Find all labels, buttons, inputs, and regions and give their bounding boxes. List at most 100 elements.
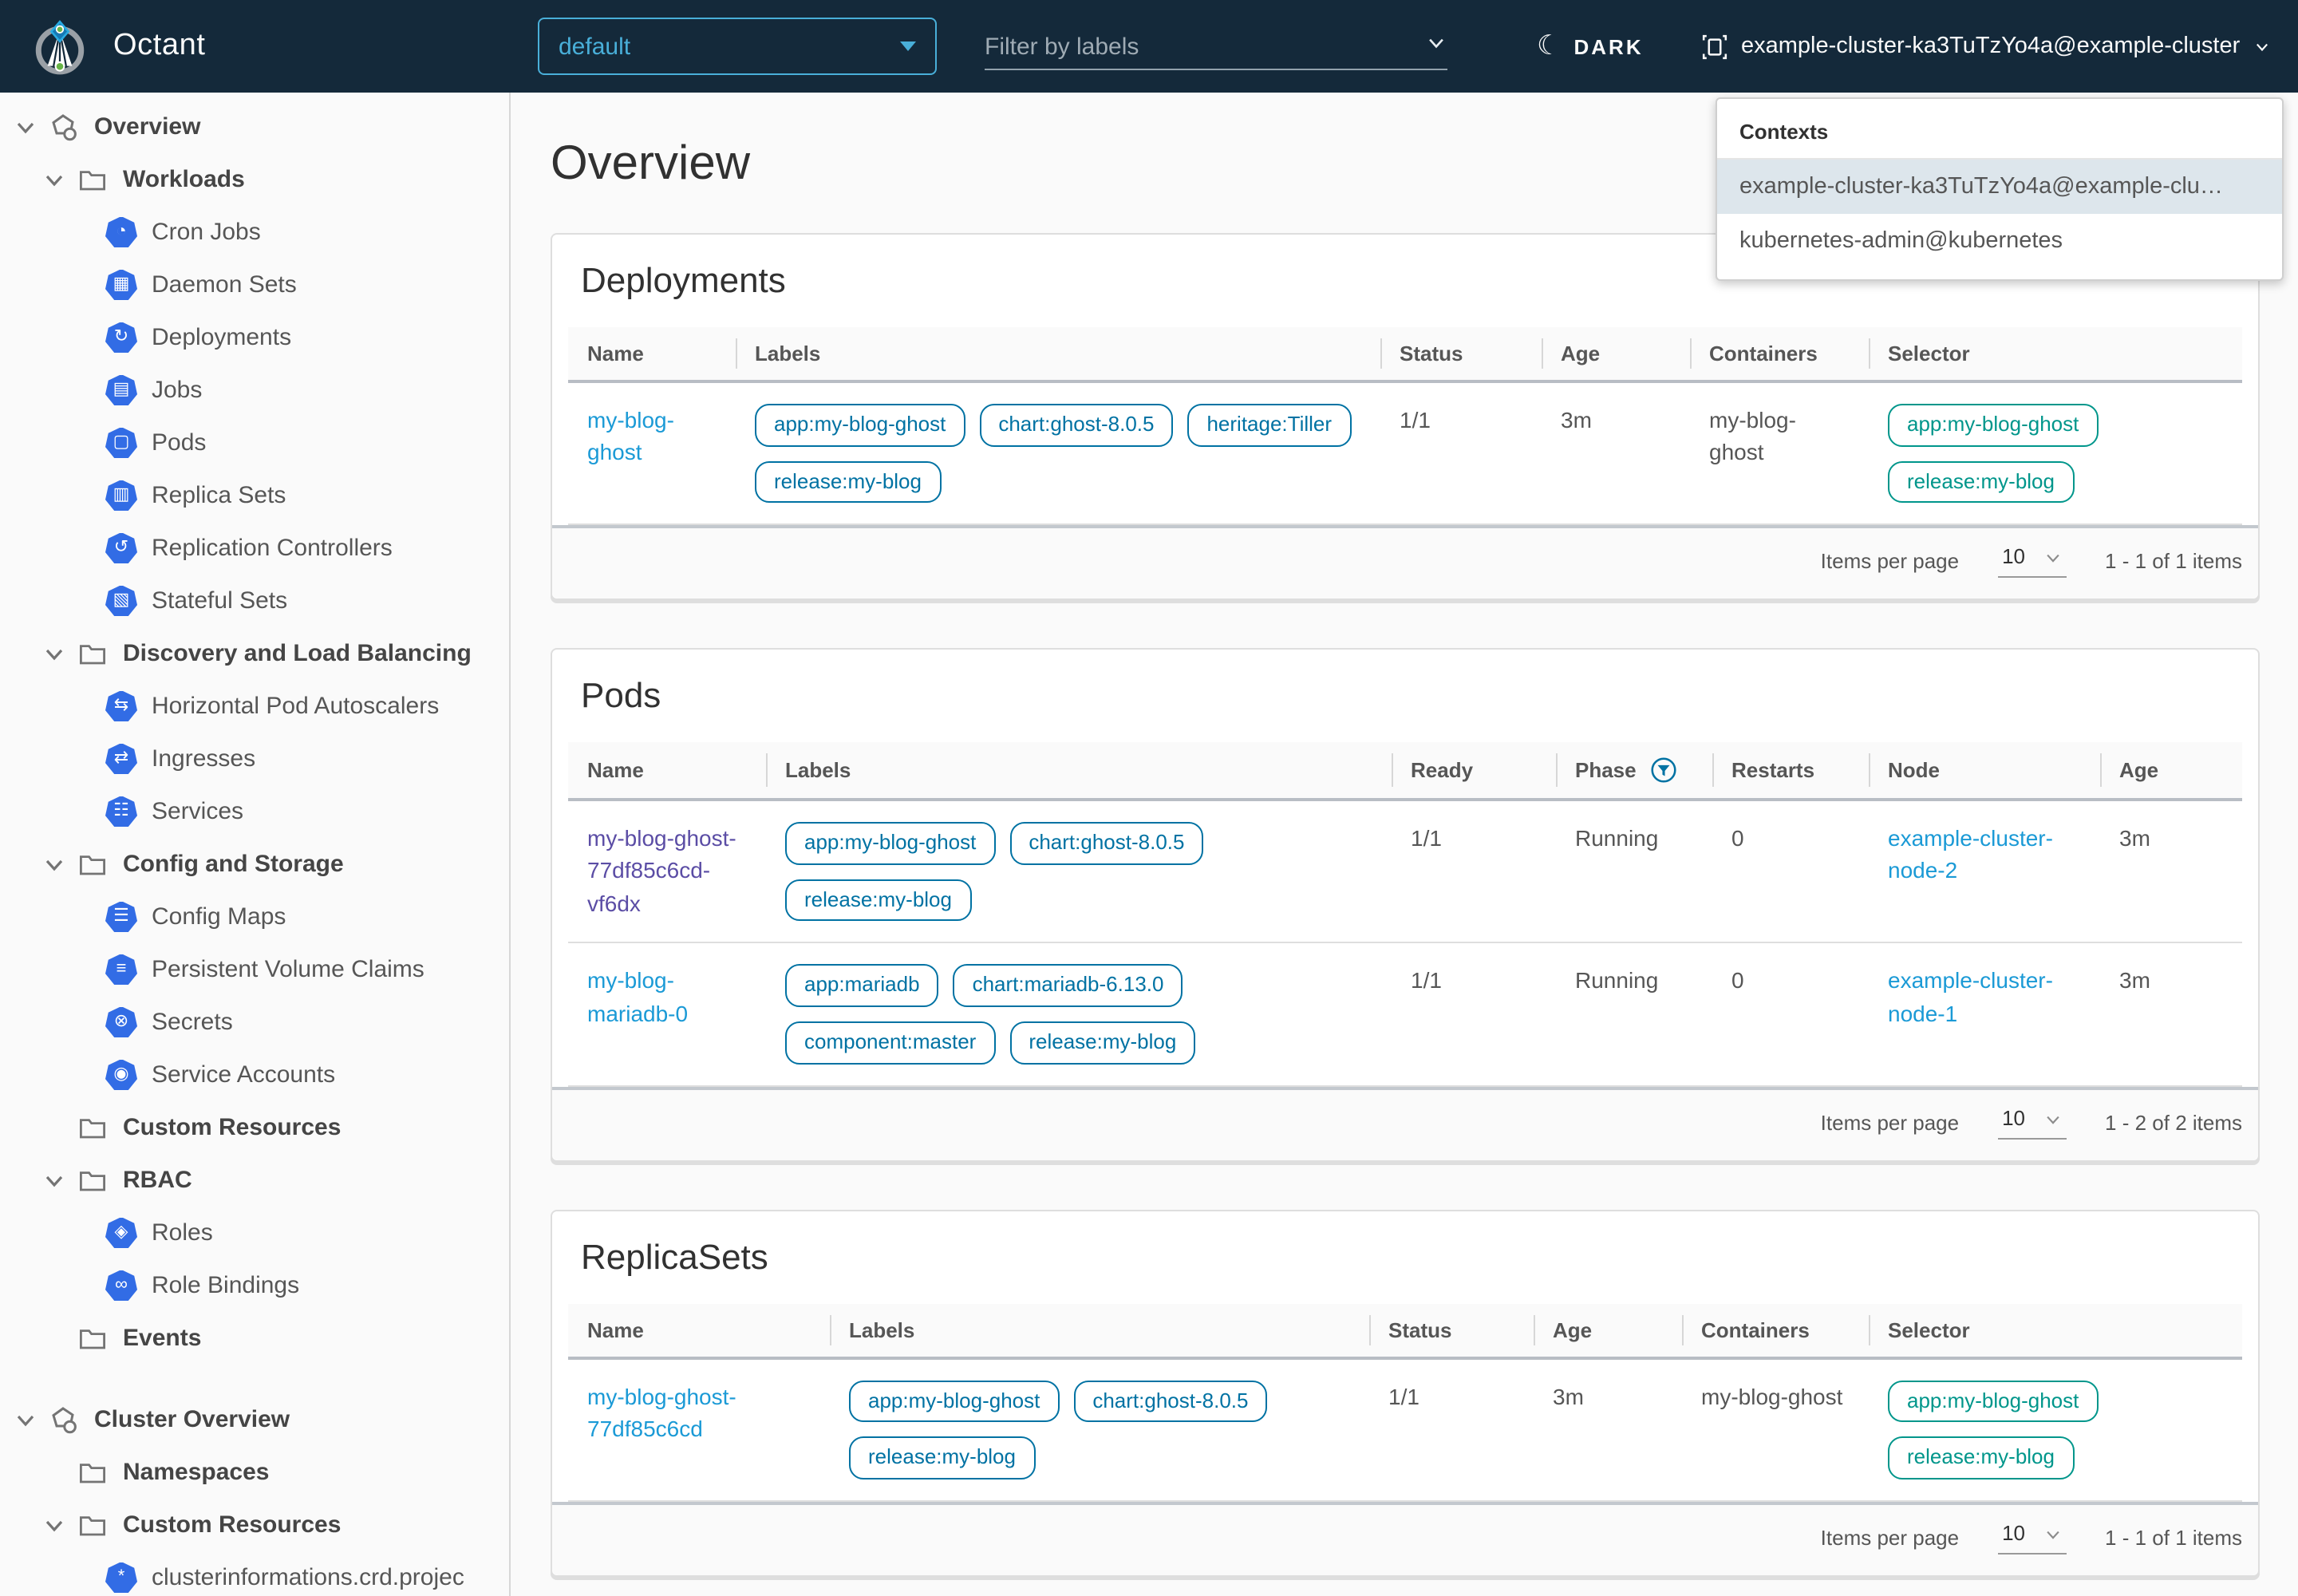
sidebar-item-rbac[interactable]: RBAC	[0, 1154, 509, 1207]
chevron-down-icon[interactable]	[41, 1512, 67, 1538]
replicasets-table: NameLabelsStatusAgeContainersSelectormy-…	[568, 1303, 2242, 1574]
sidebar-item-label: Services	[152, 798, 243, 825]
items-per-page-select[interactable]: 10	[1997, 1105, 2067, 1139]
items-per-page-select[interactable]: 10	[1997, 544, 2067, 578]
sidebar-item-secrets[interactable]: ⊗Secrets	[0, 996, 509, 1049]
sidebar-item-events[interactable]: Events	[0, 1312, 509, 1365]
caret-down-icon	[900, 41, 916, 51]
sidebar-item-cron-jobs[interactable]: ◔Cron Jobs	[0, 206, 509, 259]
sidebar-item-overview[interactable]: Overview	[0, 101, 509, 153]
label-tags: app:my-blog-ghost chart:ghost-8.0.5 releas…	[785, 822, 1372, 921]
label-tag[interactable]: release:my-blog	[785, 879, 971, 922]
sidebar-item-discovery-and-load-balancing[interactable]: Discovery and Load Balancing	[0, 627, 509, 680]
label-tag[interactable]: heritage:Tiller	[1187, 404, 1351, 446]
chevron-down-icon[interactable]	[13, 114, 38, 140]
label-tag[interactable]: app:my-blog-ghost	[785, 822, 995, 864]
namespace-select[interactable]: default	[538, 18, 937, 75]
role-bindings-icon: ∞	[105, 1270, 137, 1302]
sidebar-item-jobs[interactable]: ▤Jobs	[0, 364, 509, 417]
replica-sets-icon: ▥	[105, 480, 137, 512]
label-tag[interactable]: chart:ghost-8.0.5	[979, 404, 1173, 446]
replicasets-card: ReplicaSetsNameLabelsStatusAgeContainers…	[551, 1209, 2260, 1576]
sidebar-item-daemon-sets[interactable]: ▦Daemon Sets	[0, 259, 509, 311]
sidebar-item-workloads[interactable]: Workloads	[0, 153, 509, 206]
sidebar-item-label: clusterinformations.crd.projec	[152, 1564, 464, 1591]
label-tag[interactable]: component:master	[785, 1021, 995, 1064]
column-header-label: Age	[1553, 1317, 1592, 1341]
items-per-page-select[interactable]: 10	[1997, 1521, 2067, 1555]
sidebar-item-stateful-sets[interactable]: ▧Stateful Sets	[0, 575, 509, 627]
sidebar: OverviewWorkloads◔Cron Jobs▦Daemon Sets↻…	[0, 93, 511, 1596]
deployments-card: DeploymentsNameLabelsStatusAgeContainers…	[551, 233, 2260, 600]
sidebar-item-persistent-volume-claims[interactable]: ≡Persistent Volume Claims	[0, 943, 509, 996]
sidebar-item-cluster-overview[interactable]: Cluster Overview	[0, 1393, 509, 1446]
sidebar-item-ingresses[interactable]: ⇄Ingresses	[0, 733, 509, 785]
theme-toggle[interactable]: ☾ DARK	[1537, 0, 1644, 93]
sidebar-item-service-accounts[interactable]: ◉Service Accounts	[0, 1049, 509, 1101]
sidebar-item-deployments[interactable]: ↻Deployments	[0, 311, 509, 364]
label-tag[interactable]: chart:ghost-8.0.5	[1009, 822, 1203, 864]
sidebar-item-label: Pods	[152, 429, 206, 456]
label-tag[interactable]: release:my-blog	[849, 1436, 1035, 1479]
sidebar-item-clusterinformations-crd-projec[interactable]: *clusterinformations.crd.projec	[0, 1551, 509, 1596]
pods-table: NameLabelsReadyPhaseRestartsNodeAgemy-bl…	[568, 742, 2242, 1159]
sidebar-item-services[interactable]: ☷ Services	[0, 785, 509, 838]
pods-card: PodsNameLabelsReadyPhaseRestartsNodeAgem…	[551, 648, 2260, 1161]
resource-link[interactable]: my-blog-ghost	[587, 407, 674, 465]
services-icon: ☷	[105, 796, 137, 828]
sidebar-item-config-and-storage[interactable]: Config and Storage	[0, 838, 509, 891]
chevron-down-icon[interactable]	[13, 1407, 38, 1432]
cell-text: Running	[1575, 968, 1658, 994]
octant-app: Octant default ☾ DARK example-cluster-ka…	[0, 0, 2298, 1596]
sidebar-item-pods[interactable]: ▢Pods	[0, 417, 509, 469]
sidebar-item-replica-sets[interactable]: ▥ Replica Sets	[0, 469, 509, 522]
context-menu-item[interactable]: kubernetes-admin@kubernetes	[1717, 214, 2282, 268]
sidebar-item-label: Horizontal Pod Autoscalers	[152, 693, 439, 720]
sidebar-item-roles[interactable]: ◈Roles	[0, 1207, 509, 1259]
resource-link[interactable]: my-blog-ghost-77df85c6cd-vf6dx	[587, 825, 736, 915]
sidebar-item-role-bindings[interactable]: ∞Role Bindings	[0, 1259, 509, 1312]
folder-icon	[77, 164, 109, 196]
column-header-label: Selector	[1888, 1317, 1970, 1341]
sidebar-item-label: Discovery and Load Balancing	[123, 640, 472, 667]
column-header-age: Age	[1534, 1303, 1682, 1356]
chevron-down-icon[interactable]	[41, 641, 67, 666]
sidebar-item-custom-resources[interactable]: Custom Resources	[0, 1499, 509, 1551]
column-header-selector: Selector	[1869, 327, 2242, 380]
table-row: my-blog-ghost app:my-blog-ghost chart:ghos…	[568, 383, 2242, 525]
cell-labels: app:my-blog-ghost chart:ghost-8.0.5 releas…	[766, 801, 1392, 942]
pagination-range: 1 - 1 of 1 items	[2105, 1526, 2242, 1550]
app-title: Octant	[113, 29, 206, 64]
resource-link[interactable]: example-cluster-node-2	[1888, 825, 2053, 883]
label-tag[interactable]: app:my-blog-ghost	[755, 404, 965, 446]
sidebar-item-namespaces[interactable]: Namespaces	[0, 1446, 509, 1499]
roles-icon: ◈	[105, 1217, 137, 1249]
cell-text: 3m	[1561, 407, 1592, 433]
label-filter-input[interactable]	[985, 33, 1416, 60]
label-tag[interactable]: release:my-blog	[755, 460, 941, 503]
label-tag[interactable]: release:my-blog	[1009, 1021, 1195, 1064]
sidebar-item-config-maps[interactable]: ☰Config Maps	[0, 891, 509, 943]
column-header-label: Node	[1888, 758, 1940, 782]
filter-icon[interactable]	[1651, 757, 1678, 784]
sidebar-item-custom-resources[interactable]: Custom Resources	[0, 1101, 509, 1154]
chevron-down-icon[interactable]	[1425, 32, 1447, 54]
resource-link[interactable]: example-cluster-node-1	[1888, 968, 2053, 1026]
cell-name: my-blog-ghost-77df85c6cd-vf6dx	[568, 801, 766, 942]
label-tag[interactable]: chart:ghost-8.0.5	[1073, 1380, 1267, 1422]
label-filter	[985, 24, 1447, 70]
context-menu-item[interactable]: example-cluster-ka3TuTzYo4a@example-clu…	[1717, 160, 2282, 214]
chevron-down-icon[interactable]	[41, 167, 67, 192]
sidebar-item-horizontal-pod-autoscalers[interactable]: ⇆Horizontal Pod Autoscalers	[0, 680, 509, 733]
label-tag[interactable]: app:mariadb	[785, 965, 939, 1007]
sidebar-item-label: Deployments	[152, 324, 291, 351]
chevron-down-icon[interactable]	[41, 1167, 67, 1193]
context-switcher[interactable]: example-cluster-ka3TuTzYo4a@example-clus…	[1701, 0, 2270, 93]
resource-link[interactable]: my-blog-mariadb-0	[587, 968, 688, 1026]
chevron-down-icon[interactable]	[41, 851, 67, 877]
sidebar-item-label: Replica Sets	[152, 482, 286, 509]
sidebar-item-replication-controllers[interactable]: ↺Replication Controllers	[0, 522, 509, 575]
label-tag[interactable]: chart:mariadb-6.13.0	[954, 965, 1183, 1007]
label-tag[interactable]: app:my-blog-ghost	[849, 1380, 1059, 1422]
resource-link[interactable]: my-blog-ghost-77df85c6cd	[587, 1383, 736, 1441]
